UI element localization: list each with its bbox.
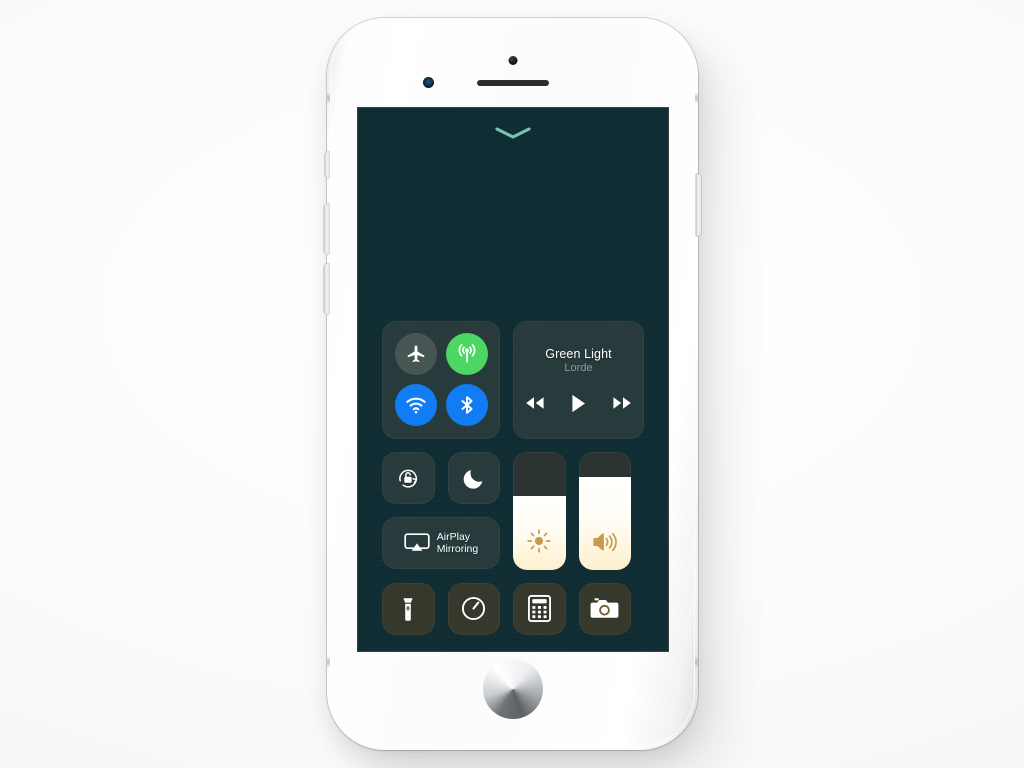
rewind-button[interactable] [525,396,545,410]
cellular-data-button[interactable] [445,333,488,375]
antenna-band-left-bottom [327,656,330,668]
control-center-panel: Green Light Lorde AirPlay Mirroring [358,320,668,652]
airplane-mode-button[interactable] [394,333,437,375]
calculator-button[interactable] [513,582,566,635]
toggles-row [382,451,500,504]
power-button[interactable] [696,174,701,236]
do-not-disturb-button[interactable] [447,451,500,504]
proximity-sensor [422,77,434,88]
play-button[interactable] [571,394,586,413]
connectivity-tile [382,320,500,439]
camera-button[interactable] [578,582,631,635]
flashlight-button[interactable] [382,582,435,635]
wifi-button[interactable] [394,384,437,426]
now-playing-title: Green Light [545,346,612,361]
airplay-icon [404,533,430,551]
toggles-and-airplay-column: AirPlay Mirroring [382,451,500,569]
volume-up-button[interactable] [324,204,329,254]
airplay-mirroring-label: AirPlay Mirroring [437,531,478,556]
fast-forward-button[interactable] [612,396,632,410]
control-center-row-middle: AirPlay Mirroring [382,451,644,570]
airplay-line-2: Mirroring [436,543,479,555]
now-playing-controls [525,394,632,413]
antenna-band-right-bottom [695,656,698,668]
antenna-band-left-top [327,92,330,104]
page-background: Green Light Lorde AirPlay Mirroring [0,0,1024,768]
antenna-band-right-top [695,92,698,104]
front-camera [508,56,517,65]
volume-down-button[interactable] [324,264,329,314]
volume-speaker-icon [591,530,619,554]
iphone-device: Green Light Lorde AirPlay Mirroring [324,18,701,750]
timer-button[interactable] [447,582,500,635]
now-playing-tile: Green Light Lorde [513,320,644,439]
silent-switch[interactable] [325,152,329,178]
control-center-row-shortcuts [382,582,644,635]
now-playing-artist: Lorde [564,361,593,374]
brightness-slider[interactable] [513,451,566,570]
airplay-line-1: AirPlay [436,530,471,543]
brightness-sun-icon [526,528,552,554]
bluetooth-button[interactable] [445,384,488,426]
home-button[interactable] [482,659,543,719]
phone-screen: Green Light Lorde AirPlay Mirroring [358,108,668,651]
rotation-lock-button[interactable] [382,451,435,504]
control-center-handle[interactable] [493,126,533,140]
volume-slider[interactable] [578,451,631,570]
volume-slider-fill [578,477,631,570]
earpiece-speaker [476,80,549,86]
control-center-row-top: Green Light Lorde [382,320,644,439]
airplay-mirroring-button[interactable]: AirPlay Mirroring [382,517,500,569]
